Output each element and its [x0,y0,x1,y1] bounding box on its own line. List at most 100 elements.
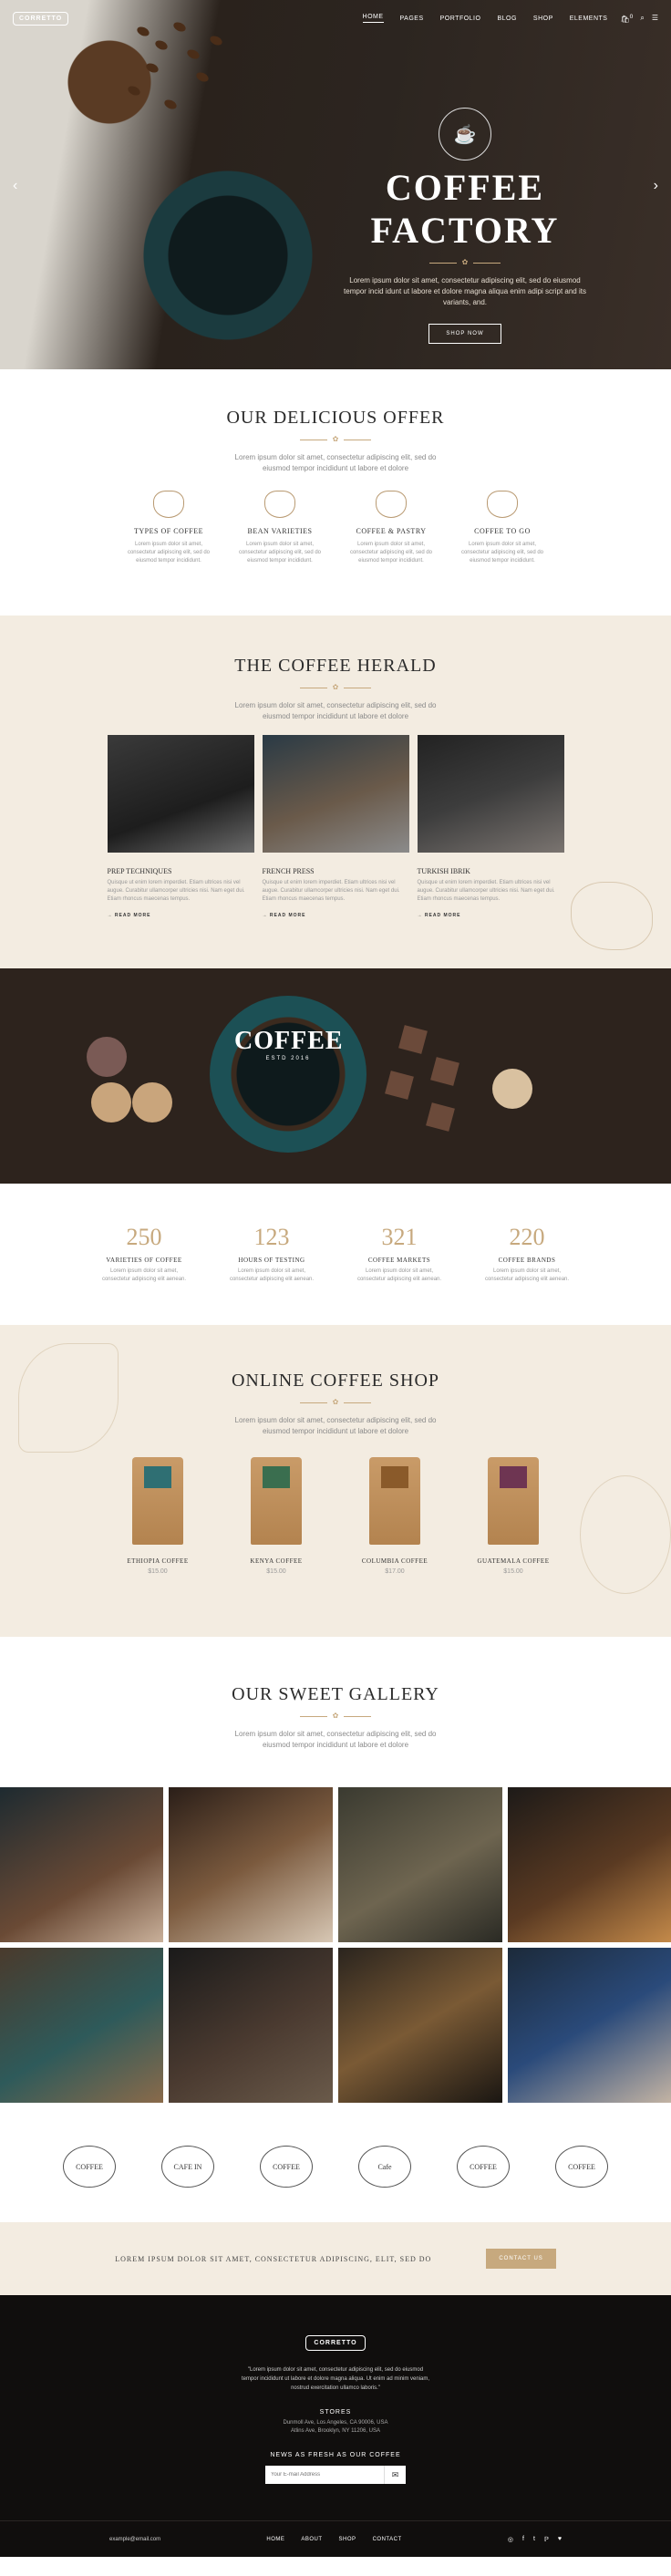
gallery-divider: ✿ [0,1712,671,1720]
product-name[interactable]: ETHIOPIA COFFEE [121,1557,194,1565]
coffee-bag-image[interactable] [369,1457,420,1545]
coffee-bag-image[interactable] [132,1457,183,1545]
heart-icon[interactable]: ♥ [558,2536,562,2543]
product-card[interactable]: GUATEMALA COFFEE $15.00 [477,1457,550,1575]
product-card[interactable]: ETHIOPIA COFFEE $15.00 [121,1457,194,1575]
offer-item-title: COFFEE & PASTRY [356,527,427,535]
stat-value: 220 [509,1224,545,1250]
product-price: $15.00 [148,1568,168,1575]
partner-logo[interactable]: COFFEE [457,2146,510,2188]
blog-title[interactable]: PREP TECHNIQUES [108,867,254,875]
blog-image[interactable] [262,735,409,853]
blog-image[interactable] [417,735,564,853]
product-name[interactable]: COLUMBIA COFFEE [358,1557,431,1565]
email-input[interactable] [265,2466,384,2484]
nav-item-shop[interactable]: SHOP [533,16,553,22]
partner-logo[interactable]: COFFEE [63,2146,116,2188]
footer-nav-contact[interactable]: CONTACT [373,2537,402,2542]
offer-item: COFFEE TO GO Lorem ipsum dolor sit amet,… [457,491,548,565]
chocolate-piece [398,1025,428,1054]
footer-email[interactable]: example@email.com [109,2537,160,2542]
offer-item-text: Lorem ipsum dolor sit amet, consectetur … [127,542,211,564]
stat-text: Lorem ipsum dolor sit amet, consectetur … [484,1268,570,1282]
gallery-image[interactable] [338,1787,502,1942]
coffee-bag-image[interactable] [488,1457,539,1545]
gallery-image[interactable] [338,1948,502,2103]
offer-item: COFFEE & PASTRY Lorem ipsum dolor sit am… [346,491,437,565]
blog-excerpt: Quisque ut enim lorem imperdiet. Etiam u… [262,880,400,902]
blog-image[interactable] [107,735,254,853]
read-more-link[interactable]: → READ MORE [263,913,409,918]
nav-item-pages[interactable]: PAGES [400,16,424,22]
stat-text: Lorem ipsum dolor sit amet, consectetur … [356,1268,442,1282]
cart-icon[interactable]: 🛍0 [620,14,633,24]
nav-item-blog[interactable]: BLOG [497,16,516,22]
product-price: $15.00 [266,1568,286,1575]
nav-item-portfolio[interactable]: PORTFOLIO [440,16,481,22]
blog-title[interactable]: FRENCH PRESS [263,867,409,875]
gallery-image[interactable] [508,1787,671,1942]
footer-nav-shop[interactable]: SHOP [339,2537,356,2542]
partner-logo[interactable]: Cafe [358,2146,411,2188]
menu-icon[interactable]: ☰ [652,14,658,24]
shop-now-button[interactable]: SHOP NOW [428,324,501,344]
nav-icons: 🛍0 ⌕ ☰ [620,14,658,24]
partner-logo[interactable]: CAFE IN [161,2146,214,2188]
footer-logo[interactable]: CORRETTO [305,2335,366,2351]
partner-logo[interactable]: COFFEE [260,2146,313,2188]
chocolate-piece [426,1102,455,1132]
coffee-beans-illustration [580,1475,671,1594]
gallery-image[interactable] [0,1787,163,1942]
bag-label [144,1466,171,1488]
hero-content: ☕ COFFEE FACTORY ✿ Lorem ipsum dolor sit… [310,108,620,344]
product-name[interactable]: KENYA COFFEE [240,1557,313,1565]
facebook-icon[interactable]: f [522,2536,524,2543]
coffee-bag-image[interactable] [251,1457,302,1545]
nav-item-elements[interactable]: ELEMENTS [570,16,608,22]
twitter-icon[interactable]: t [533,2536,535,2543]
hero-divider: ✿ [310,259,620,266]
footer-nav-home[interactable]: HOME [266,2537,284,2542]
offer-divider: ✿ [0,436,671,443]
gallery-grid [0,1787,671,2103]
partner-logo[interactable]: COFFEE [555,2146,608,2188]
product-name[interactable]: GUATEMALA COFFEE [477,1557,550,1565]
gallery-image[interactable] [169,1787,333,1942]
herald-title: THE COFFEE HERALD [234,656,437,676]
gallery-image[interactable] [0,1948,163,2103]
pinterest-icon[interactable]: ℙ [544,2536,549,2543]
search-icon[interactable]: ⌕ [640,14,644,24]
stat-item: 123 HOURS OF TESTING Lorem ipsum dolor s… [226,1224,317,1325]
blog-title[interactable]: TURKISH IBRIK [418,867,564,875]
contact-us-button[interactable]: CONTACT US [486,2249,556,2269]
macaron-image [87,1037,127,1077]
slider-next-arrow-icon[interactable]: › [654,178,658,194]
cta-text: LOREM IPSUM DOLOR SIT AMET, CONSECTETUR … [115,2254,432,2263]
read-more-link[interactable]: → READ MORE [108,913,254,918]
send-mail-icon[interactable]: ✉ [384,2466,406,2484]
croissant-icon [376,491,407,518]
gallery-image[interactable] [169,1948,333,2103]
coffee-branch-illustration [18,1343,119,1453]
footer-nav-about[interactable]: ABOUT [301,2537,322,2542]
stat-item: 250 VARIETIES OF COFFEE Lorem ipsum dolo… [98,1224,190,1325]
nav-item-home[interactable]: HOME [362,14,384,23]
coffee-banner: COFFEE ESTD 2016 [0,968,671,1184]
chocolate-piece [430,1057,459,1086]
newsletter-form: ✉ [0,2466,671,2484]
read-more-link[interactable]: → READ MORE [418,913,564,918]
stat-label: VARIETIES OF COFFEE [106,1257,182,1264]
product-card[interactable]: KENYA COFFEE $15.00 [240,1457,313,1575]
footer-quote: "Lorem ipsum dolor sit amet, consectetur… [241,2367,430,2391]
gallery-image[interactable] [508,1948,671,2103]
site-logo[interactable]: CORRETTO [13,11,69,26]
slider-prev-arrow-icon[interactable]: ‹ [13,178,17,194]
bag-label [381,1466,408,1488]
newsletter-heading: NEWS AS FRESH AS OUR COFFEE [270,2452,401,2458]
offer-item-text: Lorem ipsum dolor sit amet, consectetur … [238,542,322,564]
footer-nav: HOME ABOUT SHOP CONTACT [266,2537,401,2542]
coffee-cup-image [210,996,366,1153]
product-card[interactable]: COLUMBIA COFFEE $17.00 [358,1457,431,1575]
gallery-section: OUR SWEET GALLERY ✿ Lorem ipsum dolor si… [0,1637,671,2111]
instagram-icon[interactable]: ◎ [508,2536,513,2543]
